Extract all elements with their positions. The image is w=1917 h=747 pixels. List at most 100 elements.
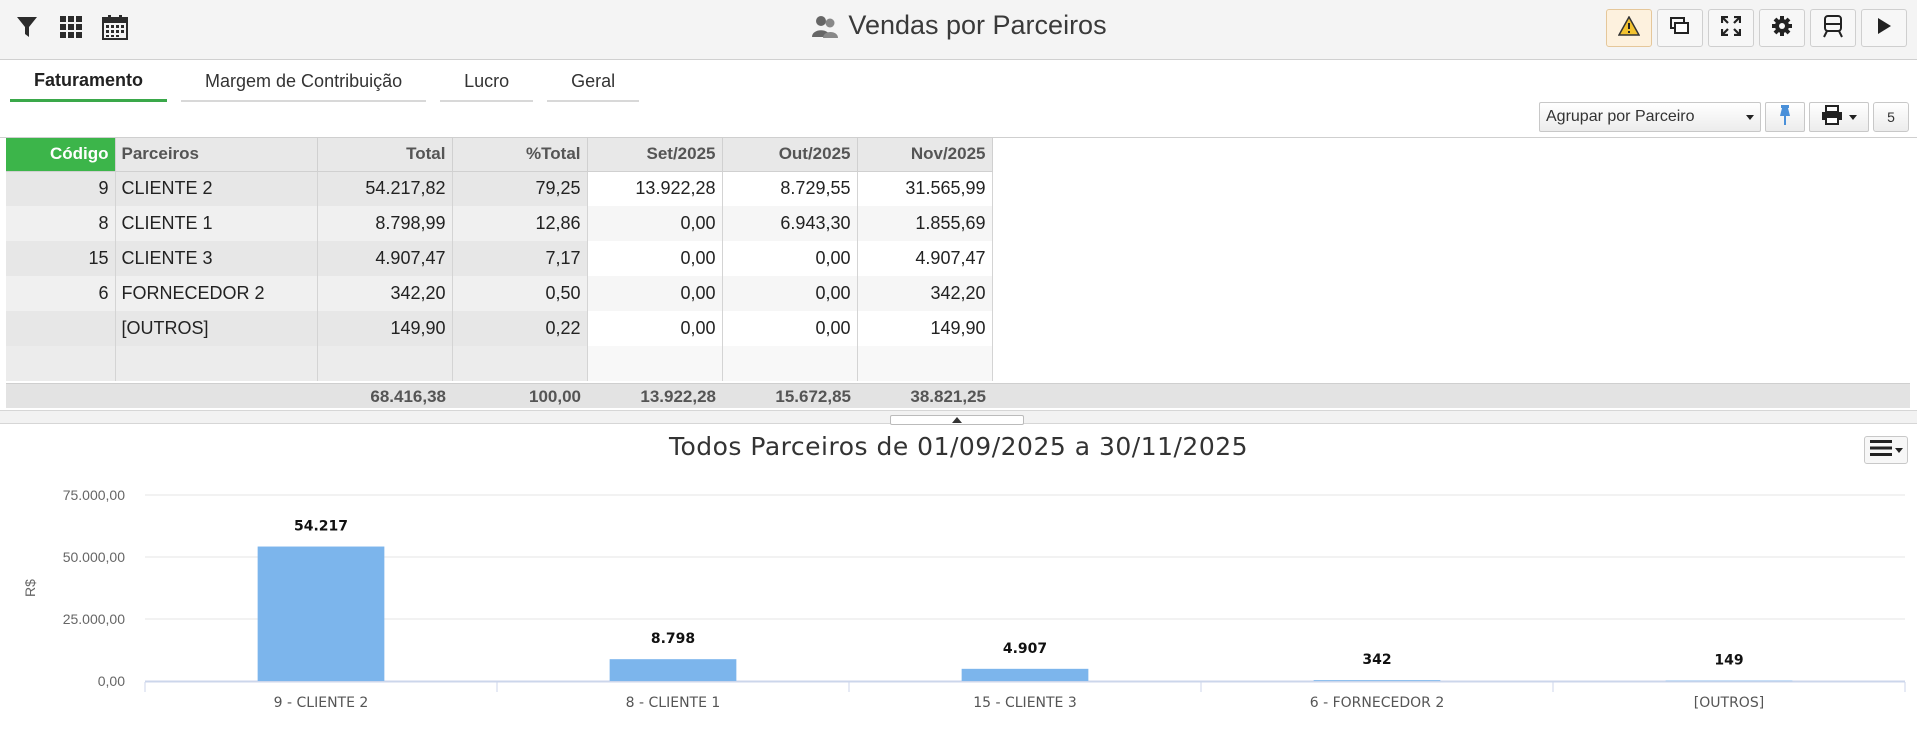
chevron-down-icon	[1849, 114, 1857, 120]
cell-total: 54.217,82	[317, 171, 453, 206]
cell-parceiro: CLIENTE 3	[115, 241, 318, 276]
column-header-codigo[interactable]: Código	[6, 138, 116, 172]
y-tick-label: 25.000,00	[63, 611, 125, 627]
group-by-select[interactable]: Agrupar por Parceiro	[1539, 102, 1761, 132]
tab-geral[interactable]: Geral	[547, 62, 640, 102]
grid-header-row: Código Parceiros Total %Total Set/2025 O…	[6, 138, 993, 172]
cell-parceiro: FORNECEDOR 2	[115, 276, 318, 311]
cell-total: 149,90	[317, 311, 453, 346]
data-grid: Código Parceiros Total %Total Set/2025 O…	[6, 138, 993, 381]
play-button[interactable]	[1861, 9, 1907, 47]
cell-percent-total: 12,86	[452, 206, 588, 241]
x-tick-label: 6 - FORNECEDOR 2	[1310, 695, 1444, 711]
cell-codigo: 15	[6, 241, 116, 276]
cell-codigo	[6, 311, 116, 346]
page-title-text: Vendas por Parceiros	[848, 10, 1107, 40]
play-icon	[1876, 17, 1892, 40]
tab-bar: Faturamento Margem de Contribuição Lucro…	[10, 62, 640, 102]
row-count-button[interactable]: 5	[1873, 102, 1909, 132]
total-nov-2025: 38.821,25	[910, 387, 986, 406]
bar	[1313, 680, 1441, 681]
tab-faturamento[interactable]: Faturamento	[10, 62, 168, 102]
data-label: 342	[1362, 652, 1391, 668]
bar-chart: 0,00 25.000,00 50.000,00 75.000,00 R$ 54.217 9…	[22, 487, 1906, 711]
cell-parceiro: CLIENTE 2	[115, 171, 318, 206]
data-label: 8.798	[651, 631, 695, 647]
cell-set-2025: 0,00	[587, 311, 723, 346]
total-percent: 100,00	[529, 387, 581, 406]
cell-percent-total: 79,25	[452, 171, 588, 206]
settings-button[interactable]	[1759, 9, 1805, 47]
column-header-set-2025[interactable]: Set/2025	[587, 138, 723, 172]
tab-lucro[interactable]: Lucro	[440, 62, 534, 102]
chart-menu-button[interactable]	[1864, 436, 1908, 464]
fullscreen-button[interactable]	[1708, 9, 1754, 47]
bar	[961, 668, 1089, 681]
cell-codigo: 6	[6, 276, 116, 311]
toolbar-right	[1606, 9, 1907, 47]
chart-title: Todos Parceiros de 01/09/2025 a 30/11/20…	[668, 432, 1249, 461]
hamburger-icon	[1869, 439, 1892, 461]
cell-out-2025: 0,00	[722, 241, 858, 276]
cell-out-2025: 0,00	[722, 276, 858, 311]
pin-button[interactable]	[1765, 102, 1805, 132]
cell-out-2025: 6.943,30	[722, 206, 858, 241]
group-by-value: Agrupar por Parceiro	[1546, 108, 1695, 125]
pin-icon	[1778, 104, 1792, 131]
column-header-parceiros[interactable]: Parceiros	[115, 138, 318, 172]
bar	[1665, 680, 1793, 682]
cell-nov-2025: 342,20	[857, 276, 993, 311]
table-row[interactable]: 8 CLIENTE 1 8.798,99 12,86 0,00 6.943,30…	[6, 206, 993, 241]
column-header-total[interactable]: Total	[317, 138, 453, 172]
total-out-2025: 15.672,85	[775, 387, 851, 406]
y-tick-label: 75.000,00	[63, 487, 125, 503]
chevron-up-icon	[952, 417, 962, 423]
table-row[interactable]: 9 CLIENTE 2 54.217,82 79,25 13.922,28 8.…	[6, 171, 993, 206]
cell-total: 342,20	[317, 276, 453, 311]
chevron-down-icon	[1746, 114, 1754, 120]
tab-margem-contribuicao[interactable]: Margem de Contribuição	[181, 62, 427, 102]
cell-nov-2025: 149,90	[857, 311, 993, 346]
y-tick-label: 50.000,00	[63, 549, 125, 565]
users-icon	[810, 11, 840, 41]
cell-nov-2025: 1.855,69	[857, 206, 993, 241]
cell-set-2025: 0,00	[587, 206, 723, 241]
cell-total: 8.798,99	[317, 206, 453, 241]
data-label: 149	[1714, 653, 1743, 669]
bus-button[interactable]	[1810, 9, 1856, 47]
cell-codigo: 9	[6, 171, 116, 206]
column-header-out-2025[interactable]: Out/2025	[722, 138, 858, 172]
fullscreen-icon	[1720, 15, 1742, 41]
cell-nov-2025: 4.907,47	[857, 241, 993, 276]
x-tick-label: 15 - CLIENTE 3	[973, 695, 1077, 711]
bar	[257, 546, 385, 681]
x-tick-label: 8 - CLIENTE 1	[626, 695, 721, 711]
windows-button[interactable]	[1657, 9, 1703, 47]
bar	[609, 659, 737, 681]
cell-set-2025: 0,00	[587, 241, 723, 276]
column-header-percent-total[interactable]: %Total	[452, 138, 588, 172]
warning-icon	[1617, 14, 1641, 41]
print-button[interactable]	[1809, 102, 1869, 132]
table-row[interactable]: [OUTROS] 149,90 0,22 0,00 0,00 149,90	[6, 311, 993, 346]
cell-percent-total: 0,22	[452, 311, 588, 346]
column-header-nov-2025[interactable]: Nov/2025	[857, 138, 993, 172]
table-row[interactable]: 6 FORNECEDOR 2 342,20 0,50 0,00 0,00 342…	[6, 276, 993, 311]
totals-row: 68.416,38 100,00 13.922,28 15.672,85 38.…	[6, 383, 1910, 408]
y-axis-label: R$	[22, 579, 38, 597]
windows-icon	[1670, 16, 1690, 40]
top-bar: Vendas por Parceiros	[0, 0, 1917, 60]
table-row[interactable]: 15 CLIENTE 3 4.907,47 7,17 0,00 0,00 4.9…	[6, 241, 993, 276]
cell-codigo: 8	[6, 206, 116, 241]
cell-set-2025: 0,00	[587, 276, 723, 311]
x-tick-label: 9 - CLIENTE 2	[274, 695, 369, 711]
total-total: 68.416,38	[370, 387, 446, 406]
cell-nov-2025: 31.565,99	[857, 171, 993, 206]
collapse-handle[interactable]	[890, 415, 1024, 425]
bus-icon	[1822, 14, 1844, 43]
warning-button[interactable]	[1606, 9, 1652, 47]
cell-parceiro: [OUTROS]	[115, 311, 318, 346]
y-tick-label: 0,00	[98, 673, 125, 689]
cell-out-2025: 0,00	[722, 311, 858, 346]
cell-parceiro: CLIENTE 1	[115, 206, 318, 241]
